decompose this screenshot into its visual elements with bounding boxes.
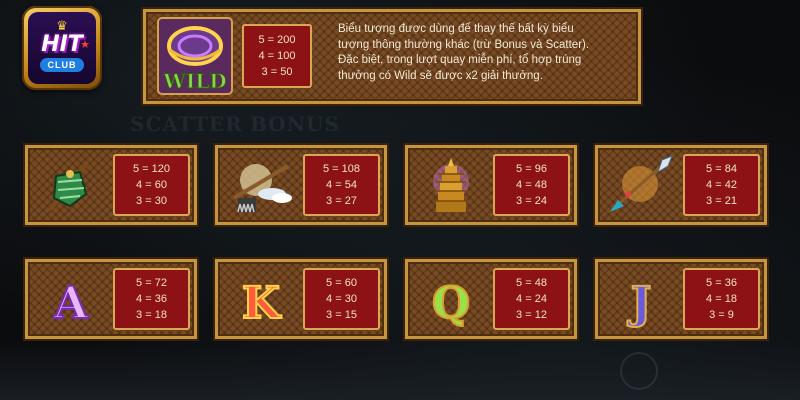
payout-box: 5 = 120 4 = 60 3 = 30 xyxy=(113,154,190,216)
description-line: Biểu tượng được dùng để thay thế bất kỳ … xyxy=(338,23,574,35)
description-line: thưởng có Wild sẽ được x2 giải thưởng. xyxy=(338,69,543,82)
symbol-letter: J xyxy=(627,278,652,329)
background-plus-button xyxy=(620,352,658,390)
wild-payout-box: 5 = 200 4 = 100 3 = 50 xyxy=(242,24,312,88)
payout-4: 4 = 100 xyxy=(258,50,296,62)
pagoda-icon xyxy=(416,154,486,216)
payout-3: 3 = 9 xyxy=(709,309,734,321)
payout-5: 5 = 36 xyxy=(706,277,737,289)
background-text: SCATTER xyxy=(130,112,243,136)
payout-box: 5 = 48 4 = 24 3 = 12 xyxy=(493,268,570,330)
symbol-panel-q: Q 5 = 48 4 = 24 3 = 12 xyxy=(405,259,577,339)
payout-4: 4 = 48 xyxy=(516,179,547,191)
payout-box: 5 = 36 4 = 18 3 = 9 xyxy=(683,268,760,330)
payout-box: 5 = 96 4 = 48 3 = 24 xyxy=(493,154,570,216)
symbol-letter: A xyxy=(53,278,89,329)
symbol-panel-j: J 5 = 36 4 = 18 3 = 9 xyxy=(595,259,767,339)
symbol-panel-spear: 5 = 84 4 = 42 3 = 21 xyxy=(595,145,767,225)
payout-3: 3 = 50 xyxy=(261,66,293,78)
spear-icon xyxy=(606,154,676,216)
letter-j-icon: J xyxy=(606,268,676,330)
letter-q-icon: Q xyxy=(416,268,486,330)
letter-k-icon: K xyxy=(226,268,296,330)
description-line: tượng thông thường khác (trừ Bonus và Sc… xyxy=(338,38,590,51)
payout-5: 5 = 120 xyxy=(132,163,170,175)
background-control-bar xyxy=(0,340,800,400)
symbol-panel-armor: 5 = 120 4 = 60 3 = 30 xyxy=(25,145,197,225)
payout-5: 5 = 60 xyxy=(326,277,357,289)
payout-3: 3 = 15 xyxy=(326,309,357,321)
payout-box: 5 = 72 4 = 36 3 = 18 xyxy=(113,268,190,330)
symbol-panel-sword: 5 = 108 4 = 54 3 = 27 xyxy=(215,145,387,225)
payout-5: 5 = 84 xyxy=(706,163,737,175)
payout-4: 4 = 36 xyxy=(136,293,167,305)
hit-club-logo: ♛ HIT CLUB ★ xyxy=(22,6,102,90)
payout-4: 4 = 60 xyxy=(136,179,167,191)
wild-paytable-panel: WILD 5 = 200 4 = 100 3 = 50 Biểu tượng đ… xyxy=(143,9,641,104)
payout-box: 5 = 84 4 = 42 3 = 21 xyxy=(683,154,760,216)
symbol-letter: Q xyxy=(432,278,470,329)
payout-4: 4 = 54 xyxy=(326,179,357,191)
symbol-panel-a: A 5 = 72 4 = 36 3 = 18 xyxy=(25,259,197,339)
payout-4: 4 = 18 xyxy=(706,293,737,305)
wild-label: WILD xyxy=(162,69,226,93)
background-text: BONUS xyxy=(250,112,340,136)
payout-3: 3 = 21 xyxy=(706,195,737,207)
payout-box: 5 = 60 4 = 30 3 = 15 xyxy=(303,268,380,330)
payout-3: 3 = 27 xyxy=(326,195,357,207)
payout-5: 5 = 200 xyxy=(258,34,296,46)
symbol-panel-k: K 5 = 60 4 = 30 3 = 15 xyxy=(215,259,387,339)
payout-3: 3 = 30 xyxy=(136,195,167,207)
payout-5: 5 = 108 xyxy=(322,163,360,175)
description-line: Đặc biệt, trong lượt quay miễn phí, tổ h… xyxy=(338,54,582,66)
payout-3: 3 = 24 xyxy=(516,195,547,207)
payout-3: 3 = 12 xyxy=(516,309,547,321)
sword-cloud-icon xyxy=(226,154,296,216)
letter-a-icon: A xyxy=(36,268,106,330)
symbol-panel-pagoda: 5 = 96 4 = 48 3 = 24 xyxy=(405,145,577,225)
payout-3: 3 = 18 xyxy=(136,309,167,321)
wild-icon: WILD xyxy=(156,16,234,96)
payout-5: 5 = 96 xyxy=(516,163,547,175)
payout-5: 5 = 48 xyxy=(516,277,547,289)
payout-4: 4 = 42 xyxy=(706,179,737,191)
payout-4: 4 = 30 xyxy=(326,293,357,305)
payout-4: 4 = 24 xyxy=(516,293,547,305)
payout-5: 5 = 72 xyxy=(136,277,167,289)
wild-description: Biểu tượng được dùng để thay thế bất kỳ … xyxy=(338,22,630,84)
logo-subtext: CLUB xyxy=(40,58,84,72)
symbol-letter: K xyxy=(242,278,282,329)
payout-box: 5 = 108 4 = 54 3 = 27 xyxy=(303,154,380,216)
armor-icon xyxy=(36,154,106,216)
star-icon: ★ xyxy=(80,39,90,51)
